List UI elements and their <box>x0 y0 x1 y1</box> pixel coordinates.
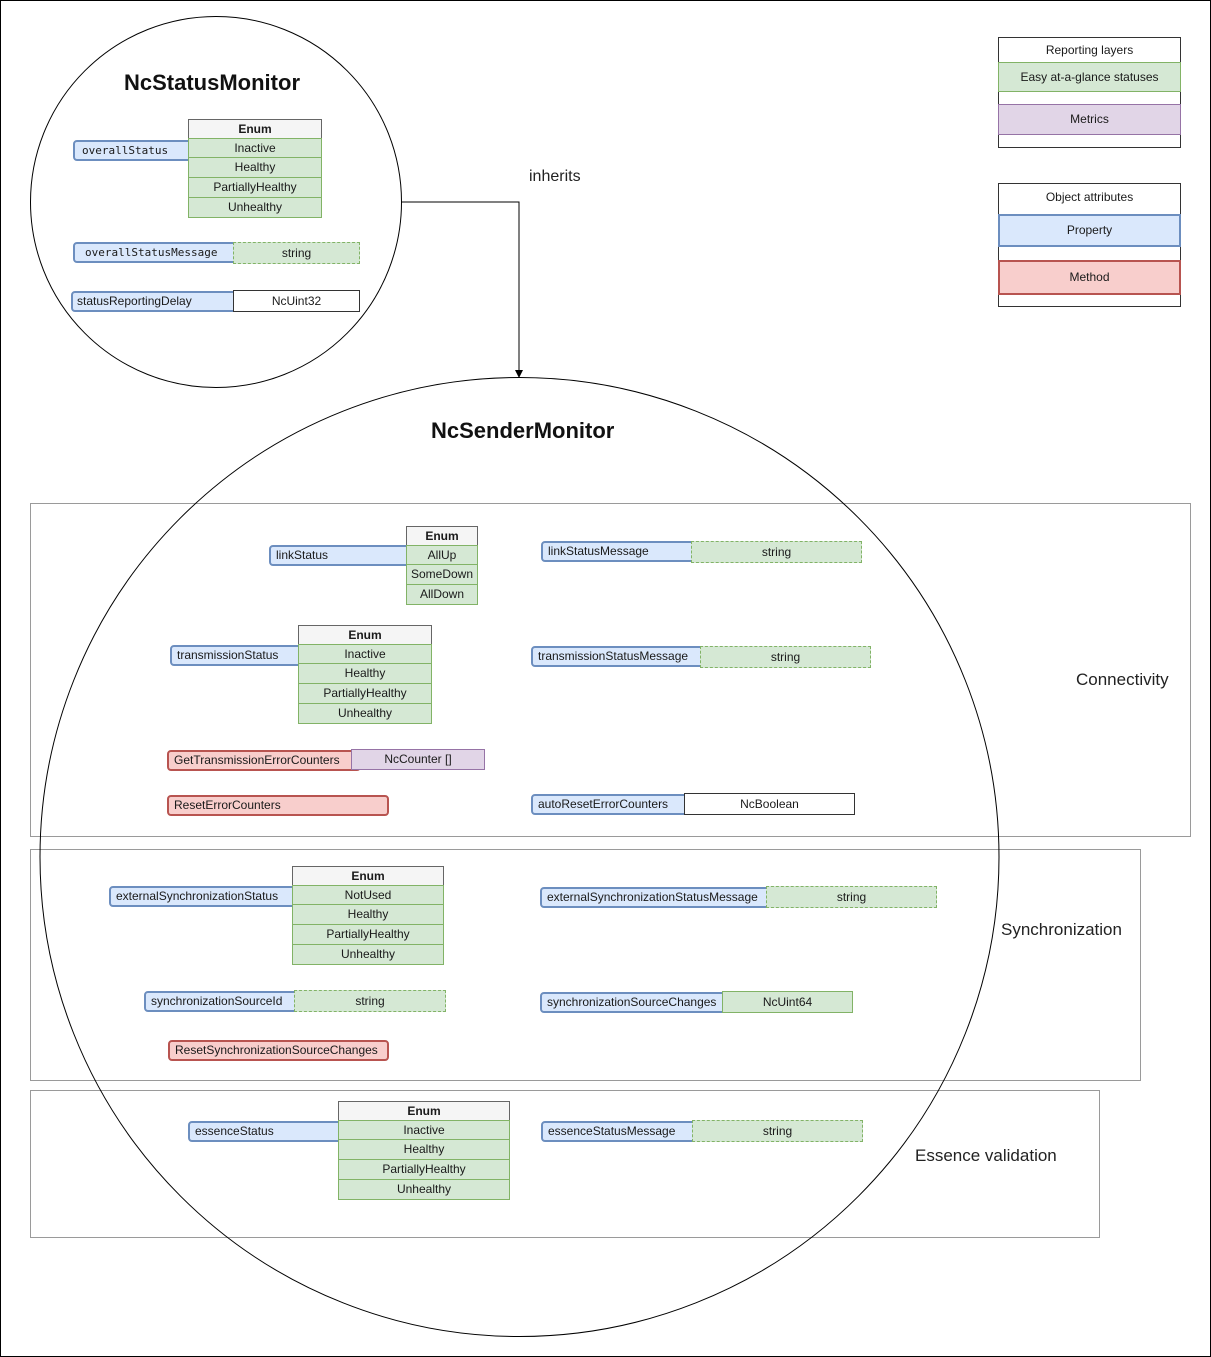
legend-item-metrics: Metrics <box>998 104 1181 135</box>
enum-option: Healthy <box>292 905 444 925</box>
enum-overall-status: Enum Inactive Healthy PartiallyHealthy U… <box>188 119 322 218</box>
enum-header: Enum <box>338 1101 510 1121</box>
enum-transmission-status: Enum Inactive Healthy PartiallyHealthy U… <box>298 625 432 724</box>
legend-title: Reporting layers <box>1045 43 1134 57</box>
enum-option: Healthy <box>298 664 432 684</box>
inherits-connector <box>401 201 520 372</box>
property-overall-status-message[interactable]: overallStatusMessage <box>73 242 243 263</box>
enum-option: Inactive <box>338 1120 510 1140</box>
legend-item-method: Method <box>998 260 1181 295</box>
legend-object-attributes: Object attributes Property Method <box>998 183 1181 307</box>
property-external-synchronization-status[interactable]: externalSynchronizationStatus <box>109 886 303 907</box>
enum-header: Enum <box>406 526 478 546</box>
section-label-connectivity: Connectivity <box>1076 670 1169 689</box>
method-reset-synchronization-source-changes[interactable]: ResetSynchronizationSourceChanges <box>168 1040 389 1061</box>
legend-item-property: Property <box>998 214 1181 247</box>
method-get-transmission-error-counters[interactable]: GetTransmissionErrorCounters <box>167 750 361 771</box>
property-synchronization-source-changes[interactable]: synchronizationSourceChanges <box>540 992 730 1013</box>
property-synchronization-source-id[interactable]: synchronizationSourceId <box>144 991 304 1012</box>
enum-option: Healthy <box>188 158 322 178</box>
type-ncuint64: NcUint64 <box>722 991 853 1013</box>
enum-option: SomeDown <box>406 565 478 585</box>
legend-item-status: Easy at-a-glance statuses <box>998 62 1181 92</box>
property-essence-status-message[interactable]: essenceStatusMessage <box>541 1121 701 1142</box>
enum-option: Unhealthy <box>188 198 322 218</box>
type-string: string <box>766 886 937 908</box>
type-string: string <box>700 646 871 668</box>
status-monitor-title: NcStatusMonitor <box>124 70 300 95</box>
enum-header: Enum <box>292 866 444 886</box>
section-label-synchronization: Synchronization <box>1001 920 1122 939</box>
enum-option: Unhealthy <box>338 1180 510 1200</box>
type-string: string <box>233 242 360 264</box>
enum-option: AllUp <box>406 545 478 565</box>
enum-option: PartiallyHealthy <box>292 925 444 945</box>
enum-option: PartiallyHealthy <box>298 684 432 704</box>
enum-header: Enum <box>188 119 322 139</box>
property-link-status[interactable]: linkStatus <box>269 545 417 566</box>
inherits-arrowhead-icon <box>515 370 523 378</box>
property-link-status-message[interactable]: linkStatusMessage <box>541 541 701 562</box>
enum-option: Inactive <box>298 644 432 664</box>
enum-option: AllDown <box>406 585 478 605</box>
type-ncuint32: NcUint32 <box>233 290 360 312</box>
enum-option: Inactive <box>188 138 322 158</box>
section-label-essence-validation: Essence validation <box>915 1146 1057 1165</box>
property-external-synchronization-status-message[interactable]: externalSynchronizationStatusMessage <box>540 887 776 908</box>
sender-monitor-circle <box>39 377 1000 1337</box>
method-reset-error-counters[interactable]: ResetErrorCounters <box>167 795 389 816</box>
enum-link-status: Enum AllUp SomeDown AllDown <box>406 526 478 605</box>
enum-option: NotUsed <box>292 885 444 905</box>
type-ncboolean: NcBoolean <box>684 793 855 815</box>
property-essence-status[interactable]: essenceStatus <box>188 1121 348 1142</box>
enum-external-synchronization-status: Enum NotUsed Healthy PartiallyHealthy Un… <box>292 866 444 965</box>
enum-option: Unhealthy <box>292 945 444 965</box>
type-string: string <box>691 541 862 563</box>
enum-option: Unhealthy <box>298 704 432 724</box>
property-transmission-status-message[interactable]: transmissionStatusMessage <box>531 646 709 667</box>
property-transmission-status[interactable]: transmissionStatus <box>170 645 308 666</box>
enum-option: PartiallyHealthy <box>188 178 322 198</box>
type-string: string <box>692 1120 863 1142</box>
property-status-reporting-delay[interactable]: statusReportingDelay <box>71 291 241 312</box>
legend-reporting-layers: Reporting layers Easy at-a-glance status… <box>998 37 1181 148</box>
inherits-label: inherits <box>529 168 581 185</box>
enum-essence-status: Enum Inactive Healthy PartiallyHealthy U… <box>338 1101 510 1200</box>
type-string: string <box>294 990 446 1012</box>
type-nccounter-array: NcCounter [] <box>351 749 485 770</box>
property-auto-reset-error-counters[interactable]: autoResetErrorCounters <box>531 794 693 815</box>
property-overall-status[interactable]: overallStatus <box>73 140 198 161</box>
enum-option: PartiallyHealthy <box>338 1160 510 1180</box>
sender-monitor-title: NcSenderMonitor <box>431 418 615 443</box>
enum-header: Enum <box>298 625 432 645</box>
enum-option: Healthy <box>338 1140 510 1160</box>
legend-title: Object attributes <box>1045 190 1134 204</box>
